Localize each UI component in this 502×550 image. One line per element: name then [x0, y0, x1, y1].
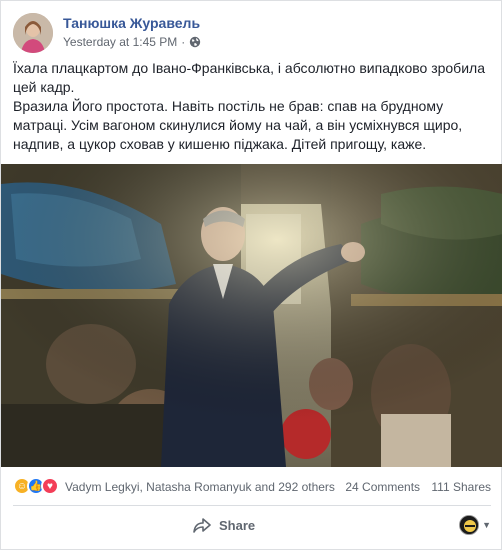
- post-text-line: Вразила Його простота. Навіть постіль не…: [13, 98, 463, 152]
- page-selector[interactable]: ▼: [459, 515, 491, 535]
- love-icon: ♥: [41, 477, 59, 495]
- share-button[interactable]: Share: [193, 509, 255, 541]
- post-text-line: Їхала плацкартом до Івано-Франківська, і…: [13, 60, 485, 95]
- share-label: Share: [219, 517, 256, 533]
- page-avatar: [459, 515, 480, 535]
- share-arrow-icon: [193, 518, 211, 533]
- chevron-down-icon: ▼: [482, 520, 491, 530]
- post-actions: Share ▼: [13, 509, 491, 541]
- post-photo[interactable]: [1, 164, 502, 467]
- author-name[interactable]: Танюшка Журавель: [63, 15, 200, 31]
- shares-count[interactable]: 111 Shares: [431, 480, 491, 494]
- divider: [13, 505, 491, 506]
- post-timestamp[interactable]: Yesterday at 1:45 PM: [63, 35, 177, 49]
- post-body: Їхала плацкартом до Івано-Франківська, і…: [13, 59, 491, 154]
- reaction-icons[interactable]: ☺ 👍 ♥: [13, 477, 59, 495]
- author-avatar[interactable]: [13, 13, 53, 53]
- reaction-names[interactable]: Vadym Legkyi, Natasha Romanyuk and 292 o…: [65, 480, 335, 494]
- engagement-counts: 24 Comments 111 Shares: [337, 480, 491, 494]
- post-header: Танюшка Журавель Yesterday at 1:45 PM ·: [13, 13, 483, 55]
- post-meta: Yesterday at 1:45 PM ·: [63, 35, 201, 49]
- globe-icon[interactable]: [189, 36, 201, 48]
- meta-separator: ·: [181, 35, 186, 49]
- comments-count[interactable]: 24 Comments: [345, 480, 420, 494]
- reactions-bar: ☺ 👍 ♥ Vadym Legkyi, Natasha Romanyuk and…: [13, 477, 491, 495]
- post-card: Танюшка Журавель Yesterday at 1:45 PM · …: [0, 0, 502, 550]
